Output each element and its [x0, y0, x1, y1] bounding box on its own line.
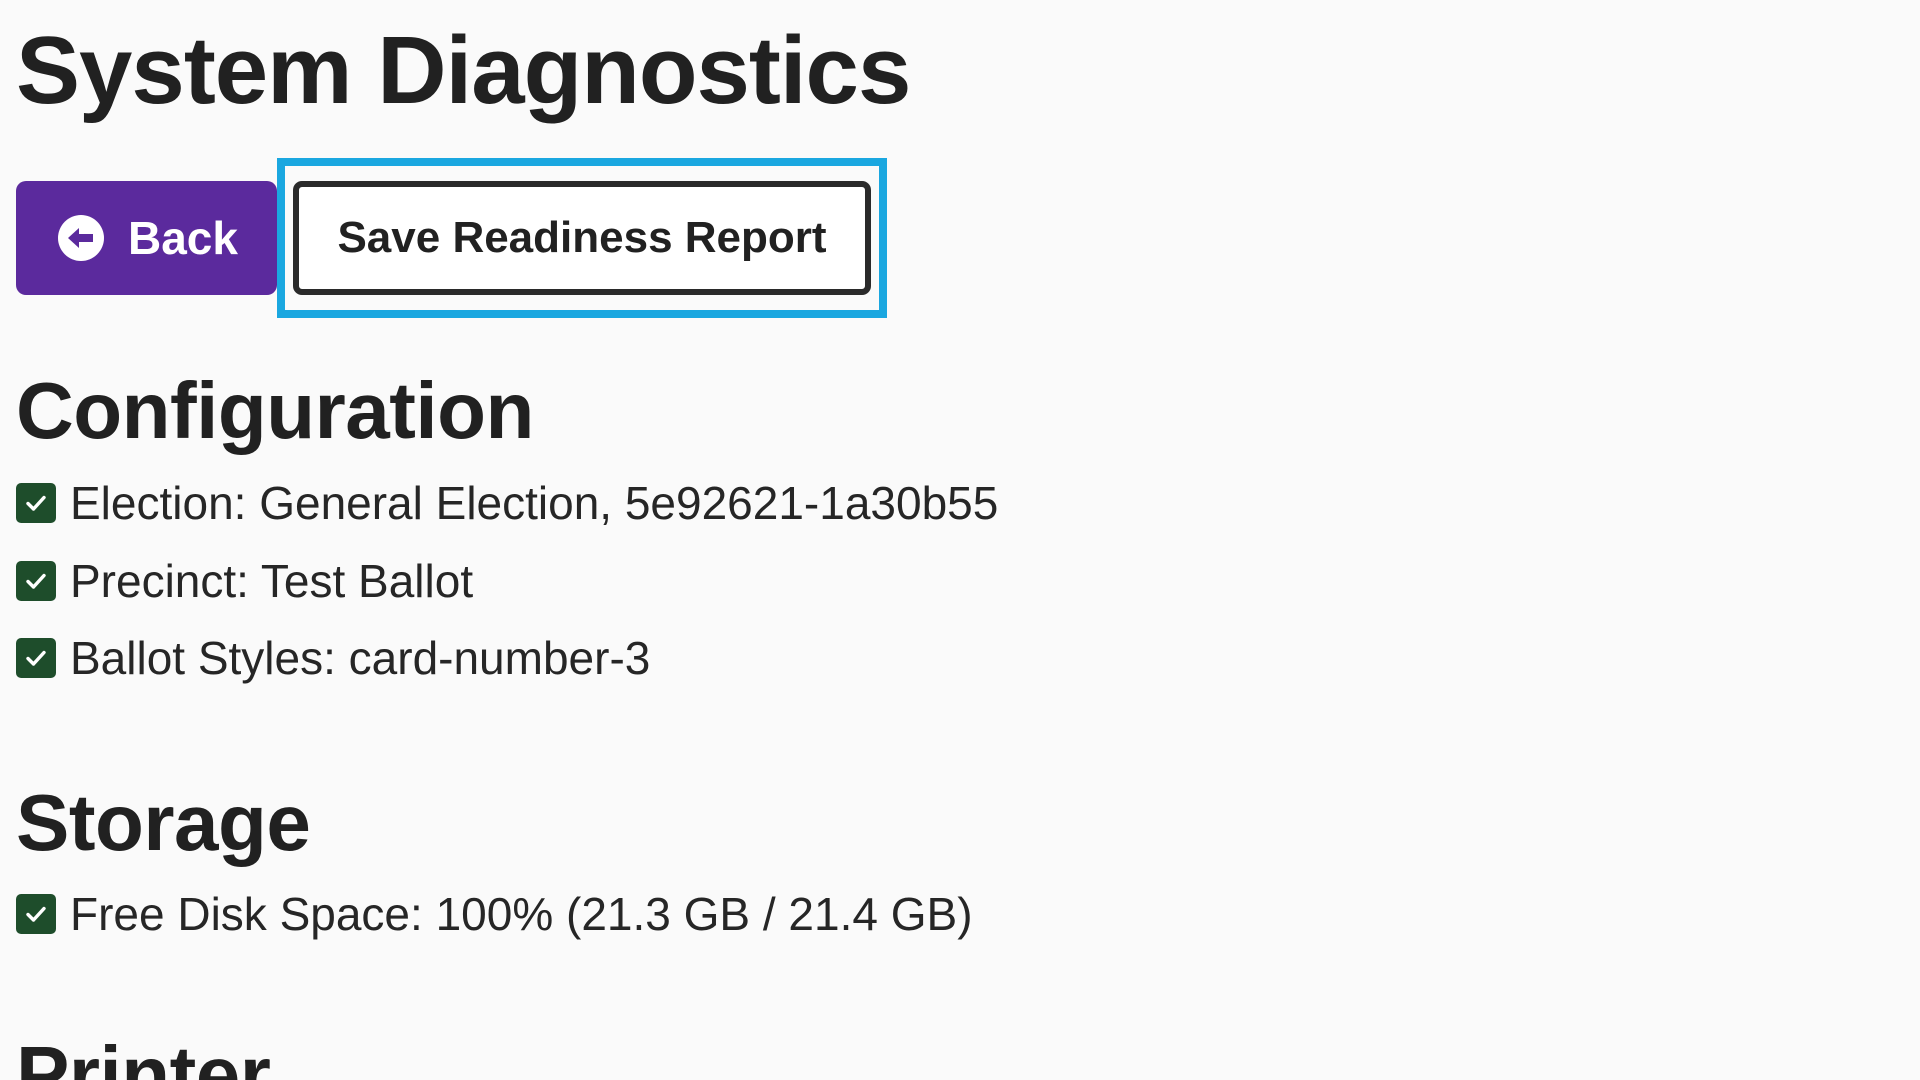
item-label: Election: General Election, 5e92621-1a30… [70, 477, 999, 529]
list-item: Election: General Election, 5e92621-1a30… [16, 473, 998, 533]
checkbox-checked-icon [16, 483, 56, 523]
item-label: Precinct: Test Ballot [70, 555, 474, 607]
diagnostics-page: System Diagnostics Back Save Readiness R… [0, 0, 1920, 1080]
back-button[interactable]: Back [16, 181, 277, 295]
item-label: Ballot Styles: card-number-3 [70, 632, 651, 684]
section-title-configuration: Configuration [16, 366, 534, 455]
page-title: System Diagnostics [16, 17, 911, 124]
section-title-printer: Printer [16, 1030, 271, 1080]
item-label: Free Disk Space: 100% (21.3 GB / 21.4 GB… [70, 888, 973, 940]
checkbox-checked-icon [16, 561, 56, 601]
section-title-storage: Storage [16, 778, 311, 867]
list-item: Precinct: Test Ballot [16, 551, 473, 611]
back-button-label: Back [128, 212, 238, 264]
checkbox-checked-icon [16, 638, 56, 678]
checkbox-checked-icon [16, 894, 56, 934]
list-item: Ballot Styles: card-number-3 [16, 628, 650, 688]
save-readiness-report-button[interactable]: Save Readiness Report [293, 181, 871, 295]
toolbar: Back Save Readiness Report [16, 158, 887, 318]
list-item: Free Disk Space: 100% (21.3 GB / 21.4 GB… [16, 884, 973, 944]
circle-arrow-left-icon [58, 215, 104, 261]
focus-ring: Save Readiness Report [277, 158, 887, 318]
